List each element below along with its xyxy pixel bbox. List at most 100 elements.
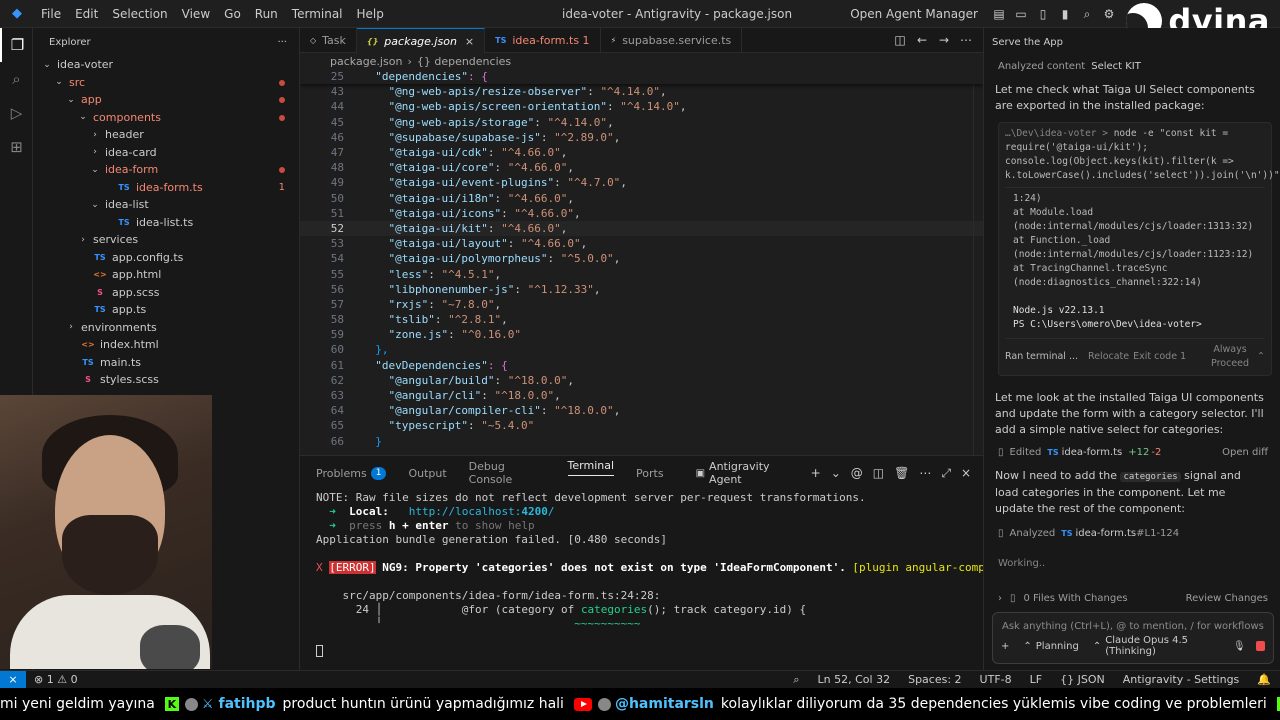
menu-item-help[interactable]: Help <box>350 0 391 28</box>
tree-item[interactable]: ⌄ idea-list <box>33 196 299 214</box>
tab-package-json[interactable]: {} package.json × <box>356 28 486 53</box>
tree-item[interactable]: TS main.ts <box>33 354 299 372</box>
search-icon[interactable]: ⌕ <box>0 62 33 96</box>
tree-item-label: styles.scss <box>100 373 159 387</box>
files-changes-label[interactable]: 0 Files With Changes <box>1024 593 1128 604</box>
explorer-icon[interactable]: ❐ <box>0 28 33 62</box>
tab-supabase-service-ts[interactable]: ⚡ supabase.service.ts <box>601 28 743 53</box>
terminal-output[interactable]: NOTE: Raw file sizes do not reflect deve… <box>300 490 1018 658</box>
encoding[interactable]: UTF-8 <box>980 673 1012 686</box>
tree-item[interactable]: ⌄ components <box>33 109 299 127</box>
tree-item[interactable]: ⌄ idea-form <box>33 161 299 179</box>
chat-text: kolaylıklar diliyorum da 35 dependencies… <box>720 696 1267 712</box>
analyzed-item[interactable]: Select KIT <box>1091 61 1141 72</box>
split-editor-icon[interactable]: ◫ <box>892 32 908 48</box>
tree-item[interactable]: › services <box>33 231 299 249</box>
cursor-position[interactable]: Ln 52, Col 32 <box>818 673 891 686</box>
search-icon[interactable]: ⌕ <box>1079 6 1095 22</box>
file-type-icon: TS <box>94 305 106 315</box>
analyzed-file-link[interactable]: idea-form.ts <box>1076 528 1137 539</box>
webcam-overlay <box>0 395 212 669</box>
mention-icon[interactable]: @ <box>851 466 863 480</box>
terminal-agent-label[interactable]: Antigravity Agent <box>709 460 801 486</box>
menu-item-selection[interactable]: Selection <box>105 0 174 28</box>
back-arrow-icon[interactable]: ← <box>914 32 930 48</box>
line-number: 60 <box>330 343 344 357</box>
more-actions-icon[interactable]: ⋯ <box>919 466 931 480</box>
tree-item[interactable]: Sapp.scss <box>33 284 299 302</box>
settings-icon[interactable]: ⚙ <box>1101 6 1117 22</box>
trash-icon[interactable]: 🗑 <box>894 466 909 480</box>
menu-item-file[interactable]: File <box>34 0 68 28</box>
tree-item[interactable]: ⌄ app <box>33 91 299 109</box>
stop-button[interactable] <box>1255 641 1265 651</box>
chevron-right-icon[interactable]: › <box>998 593 1002 604</box>
tree-item[interactable]: TS idea-list.ts <box>33 214 299 232</box>
split-terminal-icon[interactable]: ◫ <box>873 466 884 480</box>
tree-item[interactable]: <> app.html <box>33 266 299 284</box>
localhost-link[interactable]: http://localhost:4200/ <box>409 505 555 518</box>
open-diff-button[interactable]: Open diff <box>1222 447 1268 458</box>
tree-item[interactable]: Sstyles.scss <box>33 371 299 389</box>
problems-indicator[interactable]: ⊗ 1 ⚠ 0 <box>34 673 78 686</box>
menu-item-run[interactable]: Run <box>248 0 285 28</box>
line-endings[interactable]: LF <box>1030 673 1042 686</box>
maximize-panel-icon[interactable]: ⤢ <box>941 466 951 481</box>
explorer-more-icon[interactable]: ··· <box>277 37 287 48</box>
new-terminal-icon[interactable]: + <box>811 466 821 480</box>
agent-chat-input[interactable]: Ask anything (Ctrl+L), @ to mention, / f… <box>992 612 1274 664</box>
close-panel-icon[interactable]: × <box>961 466 971 480</box>
extensions-icon[interactable]: ⊞ <box>0 130 33 164</box>
tree-item[interactable]: › header <box>33 126 299 144</box>
menu-item-view[interactable]: View <box>175 0 217 28</box>
panel-tab-output[interactable]: Output <box>408 456 446 490</box>
relocate-button[interactable]: Relocate <box>1088 350 1129 364</box>
tab-task[interactable]: ◇ Task <box>300 28 357 53</box>
indentation[interactable]: Spaces: 2 <box>908 673 961 686</box>
more-actions-icon[interactable]: ⋯ <box>958 32 974 48</box>
panel-tab-problems[interactable]: Problems 1 <box>316 456 387 490</box>
tree-item-label: components <box>93 110 161 124</box>
tab-idea-form-ts[interactable]: TS idea-form.ts 1 <box>485 28 601 53</box>
microphone-icon[interactable]: 🎙 <box>1233 641 1246 652</box>
menu-item-terminal[interactable]: Terminal <box>285 0 350 28</box>
tree-item[interactable]: TS idea-form.ts 1 <box>33 179 299 197</box>
tree-item[interactable]: › idea-card <box>33 144 299 162</box>
review-changes-button[interactable]: Review Changes <box>1186 593 1268 604</box>
breadcrumb-symbol[interactable]: {} dependencies <box>417 55 511 68</box>
remote-indicator-icon[interactable]: ⨯ <box>0 670 26 689</box>
close-icon[interactable]: × <box>465 35 474 48</box>
tree-item[interactable]: TS app.ts <box>33 301 299 319</box>
model-selector[interactable]: Claude Opus 4.5 (Thinking) <box>1105 635 1233 657</box>
panel-tab-ports[interactable]: Ports <box>636 456 664 490</box>
chevron-up-icon[interactable]: ⌃ <box>1257 350 1265 364</box>
tree-item[interactable]: ⌄ idea-voter <box>33 56 299 74</box>
layout-toggle-icon[interactable]: ▤ <box>991 6 1007 22</box>
code-editor[interactable]: 25 "dependencies": {43 "@ng-web-apis/res… <box>300 69 983 455</box>
menu-item-edit[interactable]: Edit <box>68 0 105 28</box>
zoom-icon[interactable]: ⌕ <box>793 673 799 687</box>
tree-item[interactable]: › environments <box>33 319 299 337</box>
mode-selector[interactable]: Planning <box>1036 641 1079 652</box>
always-proceed-button[interactable]: Always Proceed <box>1207 343 1253 371</box>
tree-item[interactable]: ⌄ src <box>33 74 299 92</box>
notifications-icon[interactable]: 🔔 <box>1257 673 1271 686</box>
forward-arrow-icon[interactable]: → <box>936 32 952 48</box>
menu-item-go[interactable]: Go <box>217 0 248 28</box>
settings-link[interactable]: Antigravity - Settings <box>1123 673 1240 686</box>
chevron-down-icon[interactable]: ⌄ <box>831 466 841 480</box>
add-context-button[interactable]: + <box>1001 641 1009 652</box>
open-agent-manager-button[interactable]: Open Agent Manager <box>850 7 978 21</box>
run-debug-icon[interactable]: ▷ <box>0 96 33 130</box>
edited-file-link[interactable]: idea-form.ts <box>1062 447 1123 458</box>
editor-scrollbar[interactable] <box>973 69 983 455</box>
tree-item[interactable]: TS app.config.ts <box>33 249 299 267</box>
panel-tab-debug-console[interactable]: Debug Console <box>469 456 546 490</box>
language-mode[interactable]: {} JSON <box>1060 673 1105 686</box>
secondary-sidebar-toggle-icon[interactable]: ▮ <box>1057 6 1073 22</box>
tree-item[interactable]: <> index.html <box>33 336 299 354</box>
panel-tab-terminal[interactable]: Terminal <box>567 456 615 476</box>
breadcrumb-file[interactable]: package.json <box>330 55 402 68</box>
panel-toggle-icon[interactable]: ▭ <box>1013 6 1029 22</box>
sidebar-toggle-icon[interactable]: ▯ <box>1035 6 1051 22</box>
